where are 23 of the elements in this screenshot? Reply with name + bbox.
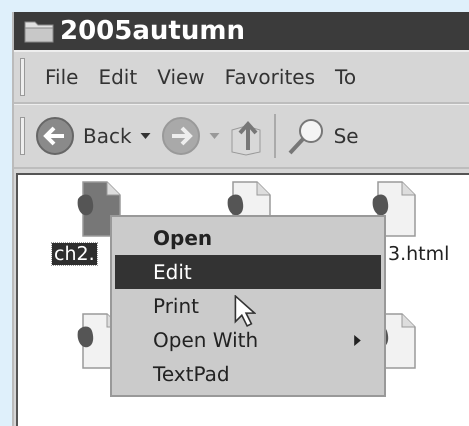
folder-icon (24, 19, 54, 43)
file-name[interactable]: 3.html (386, 243, 452, 265)
menu-item[interactable]: Open With (115, 323, 381, 357)
menu-item[interactable]: Edit (98, 65, 138, 89)
back-button[interactable]: Back (35, 116, 151, 156)
window-title: 2005autumn (60, 16, 245, 46)
submenu-arrow-icon (354, 334, 361, 346)
search-button[interactable]: Se (286, 116, 359, 156)
file-name[interactable]: ch2. (52, 243, 97, 265)
document-icon[interactable] (372, 181, 416, 237)
menu-item[interactable]: Open (115, 221, 381, 255)
dropdown-caret-icon (140, 133, 151, 139)
menu-item[interactable]: Edit (115, 255, 381, 289)
dropdown-caret-icon (208, 133, 220, 139)
menu-item[interactable]: File (45, 65, 78, 89)
menu-item[interactable]: Favorites (224, 65, 316, 89)
menu-item[interactable]: TextPad (115, 357, 381, 391)
document-icon[interactable] (77, 181, 121, 237)
search-icon (286, 116, 326, 156)
mouse-pointer-icon (234, 295, 256, 327)
menu-item[interactable]: Print (115, 289, 381, 323)
menu-item[interactable]: To (335, 65, 356, 89)
menu-item[interactable]: View (157, 65, 205, 89)
